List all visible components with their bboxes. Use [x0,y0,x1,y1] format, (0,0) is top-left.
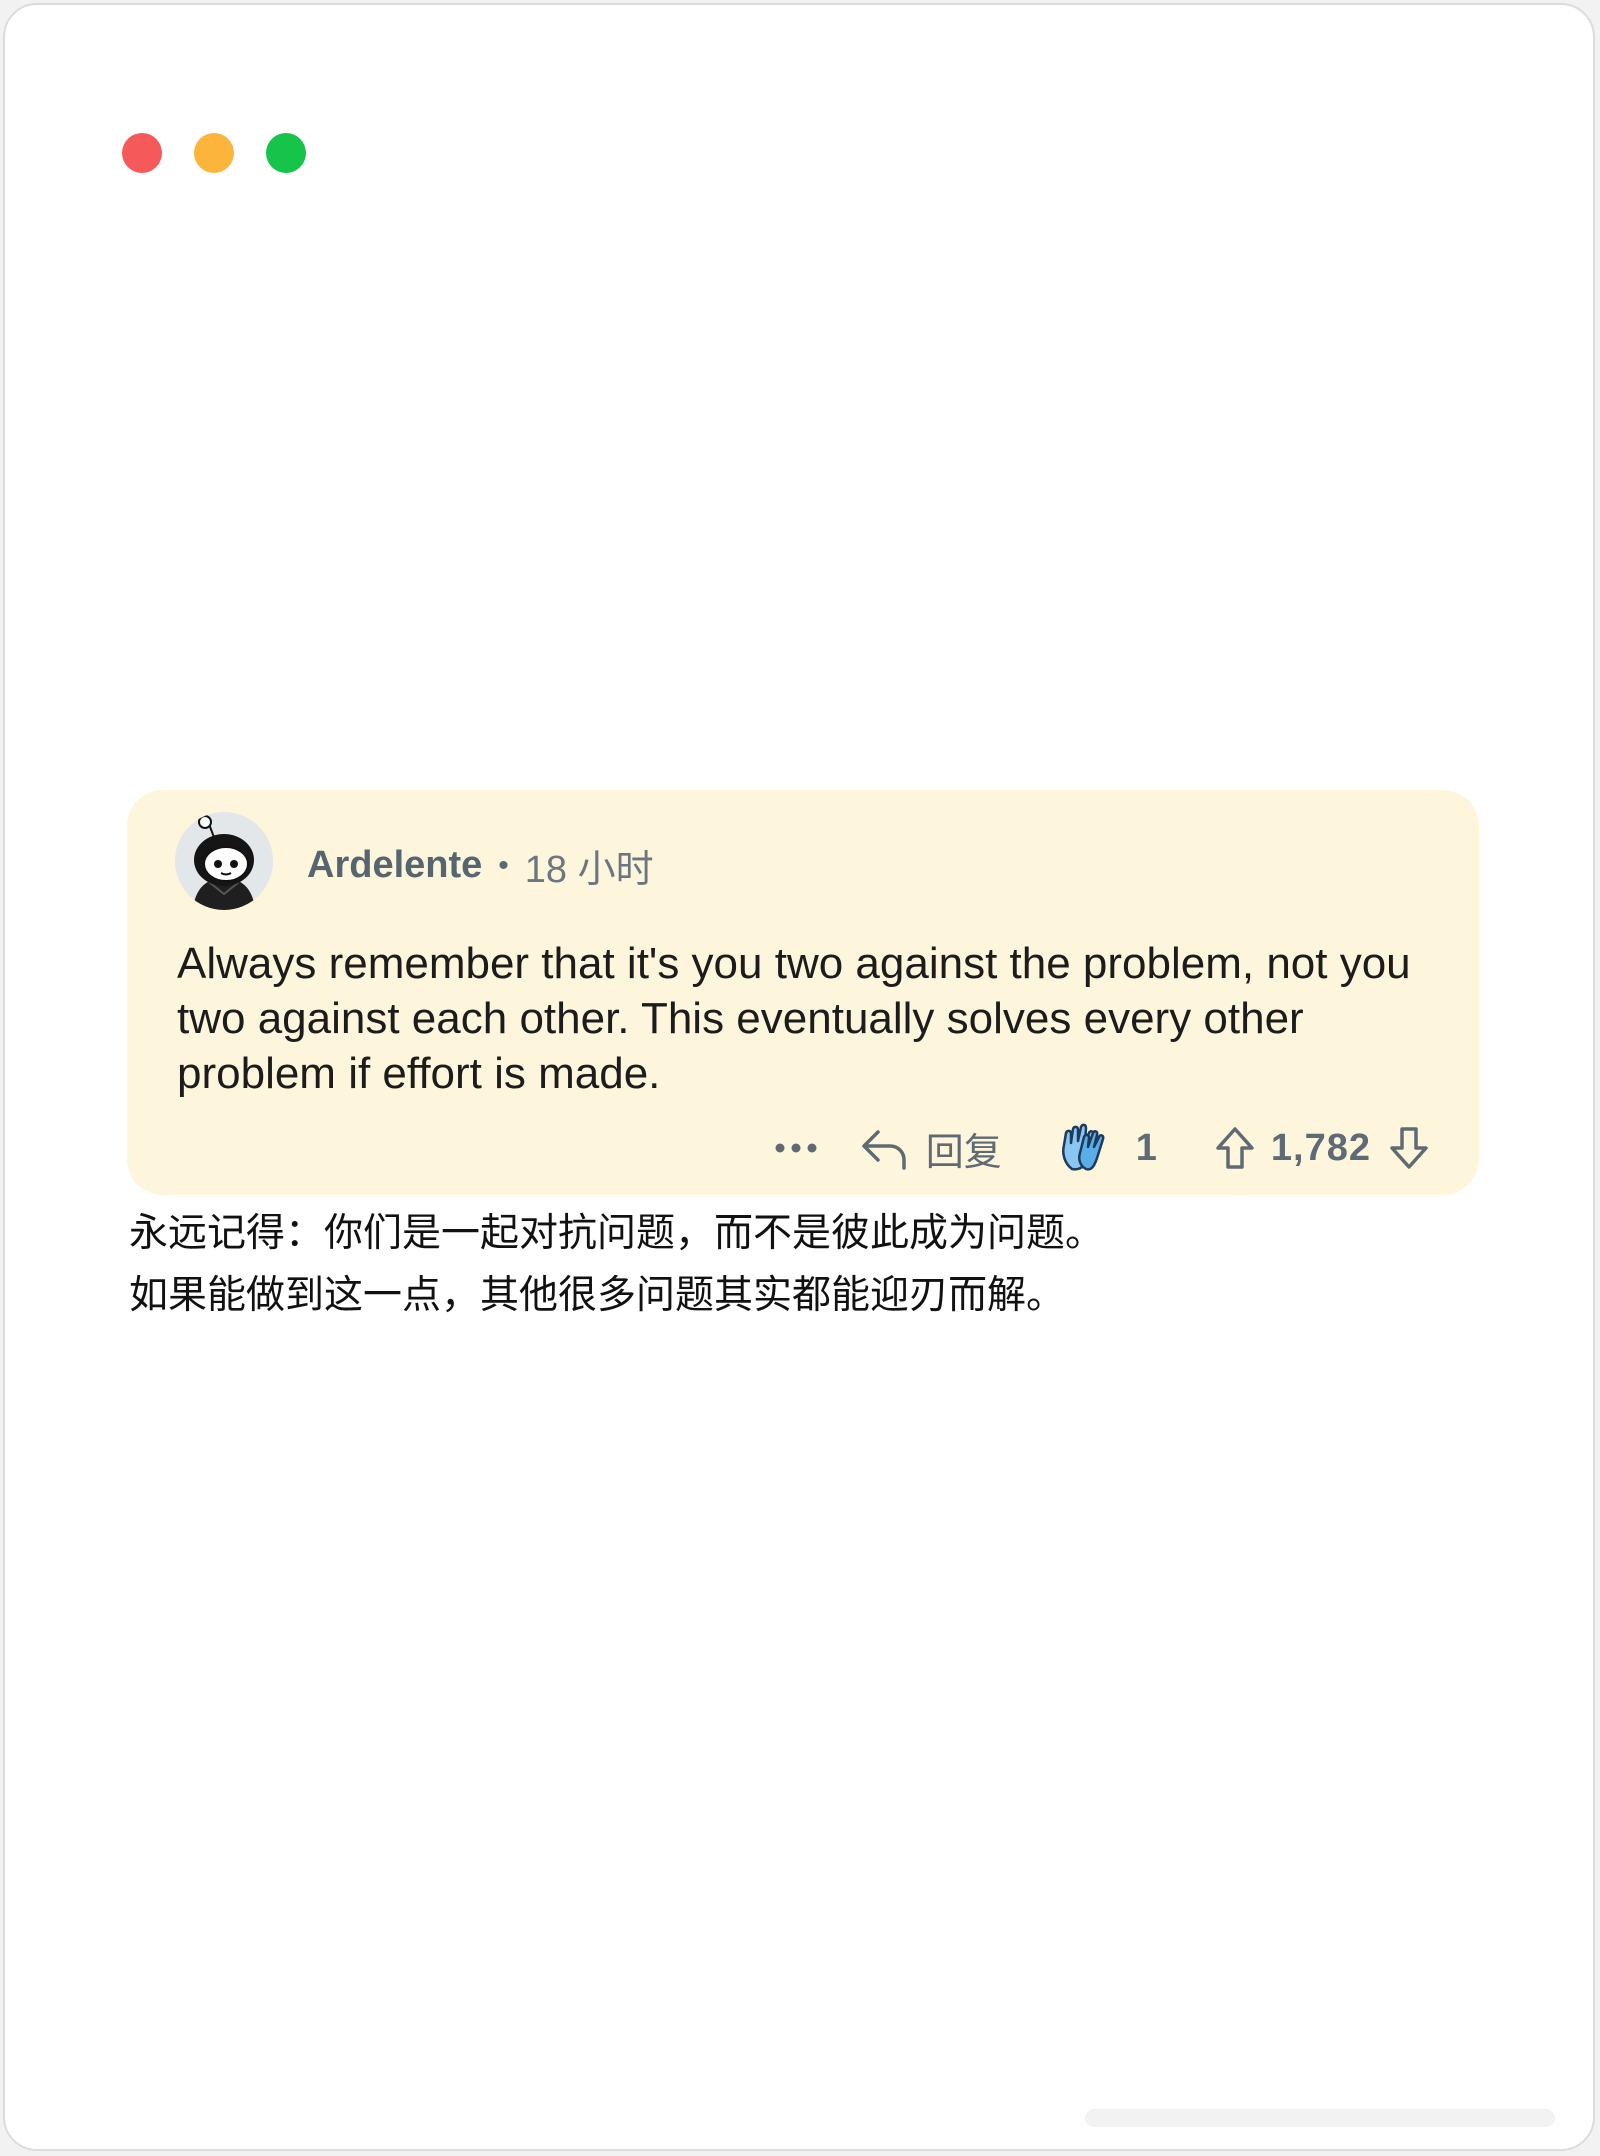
clapping-hands-icon [1061,1123,1105,1171]
award-button[interactable]: 1 [1058,1123,1157,1173]
comment-meta: Ardelente • 18 小时 [307,838,654,893]
comment-card: Ardelente • 18 小时 Always remember that i… [127,790,1479,1195]
reddit-snoo-avatar-icon [175,812,273,910]
window-controls [122,133,306,173]
meta-separator: • [498,848,509,882]
vote-score: 1,782 [1270,1126,1371,1169]
app-window: Ardelente • 18 小时 Always remember that i… [3,3,1595,2151]
avatar[interactable] [175,812,273,910]
comment-actions: 回复 1 1,782 [774,1118,1429,1178]
watermark-icon [1085,2109,1555,2127]
more-options-button[interactable] [774,1142,818,1154]
reply-label: 回复 [925,1131,1002,1174]
zoom-window-button[interactable] [266,133,306,173]
reply-button[interactable]: 回复 [860,1121,1002,1176]
minimize-window-button[interactable] [194,133,234,173]
translation-line-2: 如果能做到这一点，其他很多问题其实都能迎刃而解。 [129,1274,1066,1317]
close-window-button[interactable] [122,133,162,173]
translation-line-1: 永远记得：你们是一起对抗问题，而不是彼此成为问题。 [129,1212,1105,1255]
upvote-arrow-icon[interactable] [1215,1126,1255,1170]
comment-body: Always remember that it's you two agains… [177,939,1411,1098]
vote-controls: 1,782 [1215,1126,1429,1170]
author-name[interactable]: Ardelente [307,844,482,887]
downvote-arrow-icon[interactable] [1389,1126,1429,1170]
comment-timestamp: 18 小时 [524,849,654,891]
award-count: 1 [1135,1126,1157,1169]
reply-arrow-icon [862,1130,906,1170]
ellipsis-icon [775,1143,817,1153]
chinese-translation: 永远记得：你们是一起对抗问题，而不是彼此成为问题。 如果能做到这一点，其他很多问… [129,1203,1104,1327]
